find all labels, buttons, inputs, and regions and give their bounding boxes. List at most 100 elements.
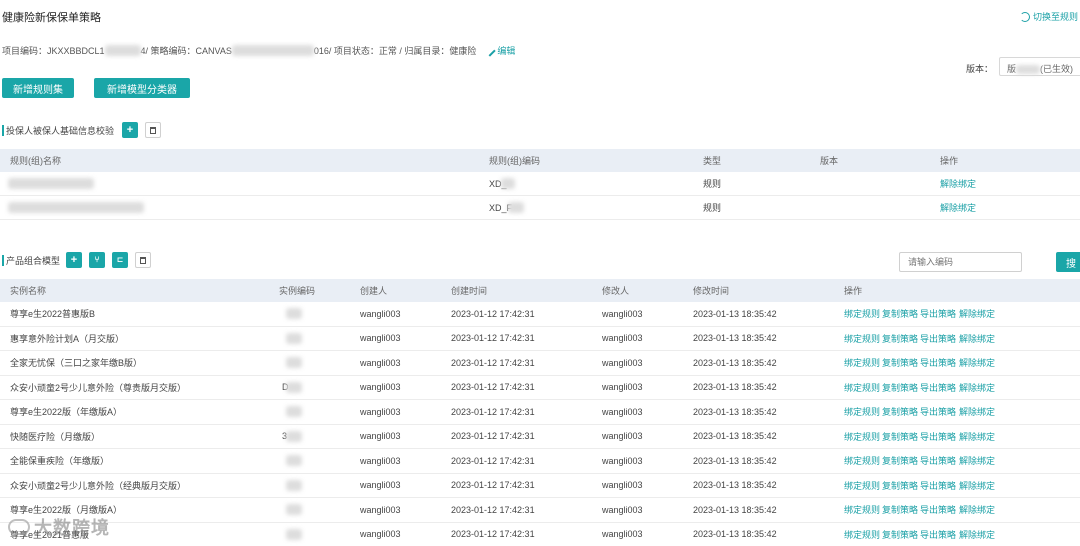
- created-time: 2023-01-12 17:42:31: [451, 431, 535, 442]
- export-strategy-link[interactable]: 导出策略: [920, 356, 956, 369]
- modifier: wangli003: [602, 406, 643, 417]
- unbind-link[interactable]: 解除绑定: [959, 356, 995, 369]
- unbind-link[interactable]: 解除绑定: [959, 405, 995, 418]
- bind-rule-link[interactable]: 绑定规则: [844, 430, 880, 443]
- export-strategy-link[interactable]: 导出策略: [920, 381, 956, 394]
- rule-type: 规则: [703, 203, 722, 213]
- edit-button[interactable]: 编辑: [484, 44, 515, 57]
- redacted-text: [8, 202, 144, 213]
- column-header: 版本: [820, 156, 839, 166]
- add-ruleset-button[interactable]: 新增规则集: [2, 78, 74, 98]
- bind-rule-link[interactable]: 绑定规则: [844, 332, 880, 345]
- export-strategy-link[interactable]: 导出策略: [920, 479, 956, 492]
- version-value-prefix: 版: [1007, 64, 1017, 74]
- instance-name: 众安小顽童2号少儿意外险（尊贵版月交版）: [10, 382, 187, 393]
- unbind-link[interactable]: 解除绑定: [959, 454, 995, 467]
- export-strategy-link[interactable]: 导出策略: [920, 405, 956, 418]
- add-rule-button[interactable]: +: [122, 122, 138, 138]
- search-input[interactable]: [899, 252, 1022, 272]
- creator: wangli003: [360, 431, 401, 442]
- unbind-link[interactable]: 解除绑定: [959, 528, 995, 541]
- refresh-icon: [1019, 11, 1030, 22]
- bind-rule-link[interactable]: 绑定规则: [844, 528, 880, 541]
- table-row: 全能保重疾险（年缴版） wangli003 2023-01-12 17:42:31 w…: [0, 449, 1080, 474]
- watermark-logo-icon: [8, 519, 30, 535]
- column-header: 创建时间: [451, 286, 488, 296]
- export-strategy-link[interactable]: 导出策略: [920, 528, 956, 541]
- export-strategy-link[interactable]: 导出策略: [920, 454, 956, 467]
- delete-model-button[interactable]: [135, 252, 151, 268]
- column-header: 规则(组)编码: [489, 156, 540, 166]
- delete-button[interactable]: [145, 122, 161, 138]
- switch-to-rule-button[interactable]: 切换至规则: [1019, 10, 1078, 23]
- project-code-prefix: 项目编码：JKXXBBDCL1: [2, 46, 105, 56]
- version-value-suffix: (已生效): [1040, 64, 1074, 74]
- unbind-link[interactable]: 解除绑定: [959, 503, 995, 516]
- bind-rule-link[interactable]: 绑定规则: [844, 479, 880, 492]
- copy-strategy-link[interactable]: 复制策略: [882, 381, 918, 394]
- unbind-link[interactable]: 解除绑定: [959, 430, 995, 443]
- bind-rule-link[interactable]: 绑定规则: [844, 356, 880, 369]
- copy-strategy-link[interactable]: 复制策略: [882, 479, 918, 492]
- table-row: 尊享e生2022版（月缴版A） wangli003 2023-01-12 17:42…: [0, 498, 1080, 523]
- strategy-code-text: 4/ 策略编码：CANVAS: [140, 46, 232, 56]
- copy-strategy-link[interactable]: 复制策略: [882, 528, 918, 541]
- bind-rule-link[interactable]: 绑定规则: [844, 503, 880, 516]
- section1-title-text: 投保人被保人基础信息校验: [6, 126, 115, 136]
- copy-strategy-link[interactable]: 复制策略: [882, 430, 918, 443]
- unbind-link[interactable]: 解除绑定: [959, 332, 995, 345]
- modifier: wangli003: [602, 504, 643, 515]
- column-header: 规则(组)名称: [10, 156, 61, 166]
- search-button[interactable]: 搜: [1056, 252, 1080, 272]
- table-row: 众安小顽童2号少儿意外险（尊贵版月交版）Dwangli0032023-01-12…: [0, 376, 1080, 400]
- modified-time: 2023-01-13 18:35:42: [693, 480, 777, 491]
- modified-time: 2023-01-13 18:35:42: [693, 382, 777, 393]
- copy-strategy-link[interactable]: 复制策略: [882, 503, 918, 516]
- section2-title-text: 产品组合模型: [6, 256, 61, 266]
- bind-rule-link[interactable]: 绑定规则: [844, 307, 880, 320]
- section-title-product-model: 产品组合模型: [2, 254, 60, 267]
- created-time: 2023-01-12 17:42:31: [451, 333, 535, 344]
- unbind-link[interactable]: 解除绑定: [959, 381, 995, 394]
- redacted-text: [286, 357, 302, 369]
- rules-table: 规则(组)名称 规则(组)编码 类型 版本 操作 XD_ 规则 解除绑定 XD_…: [0, 149, 1080, 220]
- created-time: 2023-01-12 17:42:31: [451, 455, 535, 466]
- redacted-text: [286, 406, 302, 418]
- add-model-classifier-button[interactable]: 新增模型分类器: [94, 78, 190, 98]
- pencil-icon: [484, 44, 497, 57]
- table-row: XD_F 规则 解除绑定: [0, 196, 1080, 220]
- column-header: 类型: [703, 156, 722, 166]
- copy-strategy-link[interactable]: 复制策略: [882, 454, 918, 467]
- column-header: 操作: [844, 286, 863, 296]
- modified-time: 2023-01-13 18:35:42: [693, 455, 777, 466]
- export-strategy-link[interactable]: 导出策略: [920, 430, 956, 443]
- branch-button[interactable]: ⑂: [89, 252, 105, 268]
- export-strategy-link[interactable]: 导出策略: [920, 332, 956, 345]
- table-row: 快随医疗险（月缴版） 3 wangli003 2023-01-12 17:42:31 w…: [0, 425, 1080, 449]
- version-select[interactable]: 版 (已生效): [999, 57, 1080, 76]
- export-button[interactable]: ⊏: [112, 252, 128, 268]
- bind-rule-link[interactable]: 绑定规则: [844, 381, 880, 394]
- unbind-link[interactable]: 解除绑定: [940, 201, 976, 214]
- table-header: 实例名称 实例编码 创建人 创建时间 修改人 修改时间 操作: [0, 279, 1080, 302]
- export-strategy-link[interactable]: 导出策略: [920, 503, 956, 516]
- instance-name: 尊享e生2022版（年缴版A）: [10, 407, 123, 418]
- copy-strategy-link[interactable]: 复制策略: [882, 356, 918, 369]
- export-strategy-link[interactable]: 导出策略: [920, 307, 956, 320]
- copy-strategy-link[interactable]: 复制策略: [882, 405, 918, 418]
- unbind-link[interactable]: 解除绑定: [959, 307, 995, 320]
- bind-rule-link[interactable]: 绑定规则: [844, 454, 880, 467]
- redacted-text: [286, 430, 302, 442]
- copy-strategy-link[interactable]: 复制策略: [882, 307, 918, 320]
- unbind-link[interactable]: 解除绑定: [959, 479, 995, 492]
- add-model-button[interactable]: +: [66, 252, 82, 268]
- table-row: 尊享e生2021普惠版 wangli003 2023-01-12 17:42:31 w…: [0, 523, 1080, 546]
- copy-strategy-link[interactable]: 复制策略: [882, 332, 918, 345]
- modifier: wangli003: [602, 431, 643, 442]
- instance-name: 快随医疗险（月缴版）: [10, 431, 101, 442]
- modifier: wangli003: [602, 333, 643, 344]
- creator: wangli003: [360, 357, 401, 368]
- bind-rule-link[interactable]: 绑定规则: [844, 405, 880, 418]
- unbind-link[interactable]: 解除绑定: [940, 177, 976, 190]
- modifier: wangli003: [602, 382, 643, 393]
